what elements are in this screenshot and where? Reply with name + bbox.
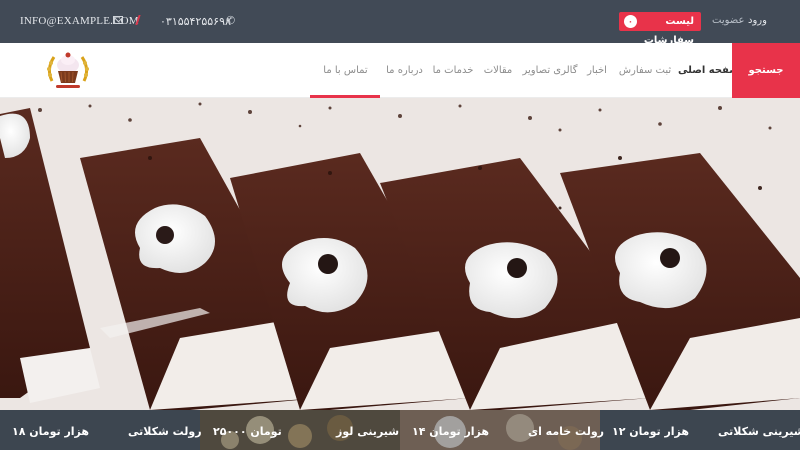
register-link[interactable]: عضویت — [712, 15, 744, 26]
product-price: ۲۵۰۰۰ تومان — [213, 425, 282, 438]
product-name[interactable]: شیرینی لوز — [336, 410, 399, 450]
top-bar: INFO@EXAMPLE.COM ۰۳۱۵۵۴۲۵۵۶۹۸ ✆ ۰ لیست س… — [0, 0, 800, 46]
envelope-icon — [113, 16, 123, 24]
phone-icon: ✆ — [226, 14, 236, 27]
order-list-label: لیست سفارشات — [643, 16, 694, 46]
order-count-badge: ۰ — [624, 15, 637, 28]
nav-item-order[interactable]: ثبت سفارش — [618, 43, 672, 98]
contact-phone[interactable]: ۰۳۱۵۵۴۲۵۵۶۹۸ — [160, 15, 231, 28]
nav-item-articles[interactable]: مقالات — [479, 43, 517, 98]
product-name[interactable]: رولت شکلاتی — [128, 410, 202, 450]
product-strip: شیرینی شکلاتی ۱۲ هزار تومان رولت خامه ای… — [0, 410, 800, 450]
login-link[interactable]: ورود — [748, 15, 767, 26]
nav-item-news[interactable]: اخبار — [582, 43, 612, 98]
main-navigation: تماس با ما درباره ما خدمات ما مقالات گال… — [0, 43, 800, 98]
product-price: ۱۸ هزار تومان — [12, 425, 90, 438]
product-name[interactable]: رولت خامه ای — [528, 410, 604, 450]
nav-item-services[interactable]: خدمات ما — [428, 43, 478, 98]
nav-item-gallery[interactable]: گالری تصاویر — [520, 43, 580, 98]
order-list-button[interactable]: ۰ لیست سفارشات — [619, 12, 701, 46]
nav-item-contact[interactable]: تماس با ما — [313, 43, 378, 98]
product-name[interactable]: شیرینی شکلاتی — [718, 410, 800, 450]
bakery-logo[interactable] — [42, 51, 94, 91]
search-button[interactable]: جستجو — [732, 43, 800, 98]
product-price: ۱۲ هزار تومان — [612, 425, 690, 438]
nav-item-home[interactable]: صفحه اصلی — [678, 43, 739, 98]
nav-item-about[interactable]: درباره ما — [382, 43, 427, 98]
product-price: ۱۴ هزار تومان — [412, 425, 490, 438]
hero-image-chocolate-cake — [0, 98, 800, 410]
